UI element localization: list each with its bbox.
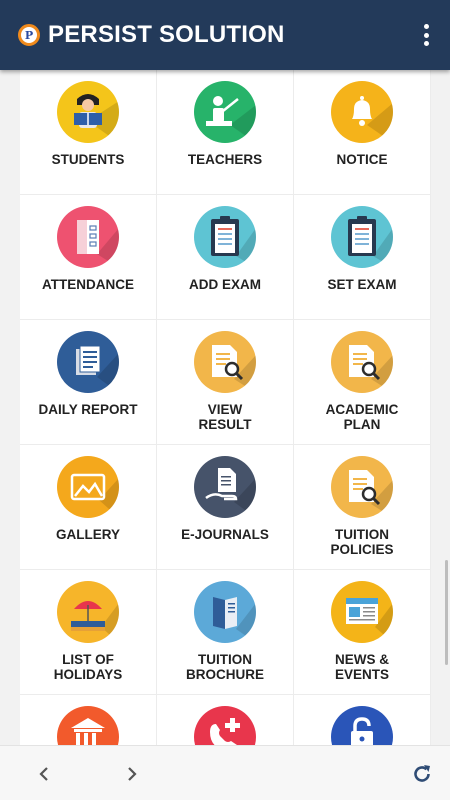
report-pages-icon — [57, 331, 119, 393]
menu-tile-label: TEACHERS — [187, 152, 263, 167]
lock-icon — [331, 706, 393, 745]
menu-tile-set-exam[interactable]: SET EXAM — [294, 195, 431, 320]
document-search-icon — [194, 331, 256, 393]
menu-tile-label: TUITION POLICIES — [330, 527, 394, 557]
refresh-button[interactable] — [410, 762, 434, 786]
scrollbar[interactable] — [445, 560, 448, 665]
menu-tile-daily-report[interactable]: DAILY REPORT — [20, 320, 157, 445]
menu-tile-tuition-policies[interactable]: TUITION POLICIES — [294, 445, 431, 570]
app-logo-icon: P — [18, 24, 40, 46]
menu-tile-label: GALLERY — [56, 527, 120, 542]
refresh-icon — [414, 765, 430, 782]
building-icon — [57, 706, 119, 745]
student-reading-icon — [57, 81, 119, 143]
app-title: PERSIST SOLUTION — [48, 21, 285, 48]
menu-tile-view-result[interactable]: VIEW RESULT — [157, 320, 294, 445]
menu-tile-label: VIEW RESULT — [198, 402, 252, 432]
overflow-menu-icon[interactable] — [422, 24, 430, 46]
attendance-sheet-icon — [57, 206, 119, 268]
menu-tile-label: ADD EXAM — [188, 277, 261, 292]
app-bar: P PERSIST SOLUTION — [0, 0, 450, 70]
logo-letter: P — [24, 28, 34, 42]
back-button[interactable] — [32, 762, 56, 786]
menu-tile-students[interactable]: STUDENTS — [20, 70, 157, 195]
menu-tile-tuition-brochure[interactable]: TUITION BROCHURE — [157, 570, 294, 695]
picture-icon — [57, 456, 119, 518]
brochure-icon — [194, 581, 256, 643]
menu-tile-label: NEWS & EVENTS — [334, 652, 389, 682]
bottom-navigation-bar — [0, 745, 450, 800]
document-search-icon — [331, 331, 393, 393]
menu-tile-label: TUITION BROCHURE — [185, 652, 264, 682]
menu-tile-teachers[interactable]: TEACHERS — [157, 70, 294, 195]
menu-tile-label: STUDENTS — [51, 152, 125, 167]
menu-grid: STUDENTS TEACHERS NOTICE ATTENDANCE ADD EXAM… — [20, 70, 431, 745]
forward-button[interactable] — [120, 762, 144, 786]
teacher-board-icon — [194, 81, 256, 143]
menu-tile-label: SET EXAM — [327, 277, 397, 292]
menu-tile-notice[interactable]: NOTICE — [294, 70, 431, 195]
menu-tile-add-exam[interactable]: ADD EXAM — [157, 195, 294, 320]
clipboard-icon — [194, 206, 256, 268]
document-search-icon — [331, 456, 393, 518]
newspaper-icon — [331, 581, 393, 643]
menu-tile-academic-plan[interactable]: ACADEMIC PLAN — [294, 320, 431, 445]
menu-tile-phone-medical[interactable] — [157, 695, 294, 745]
beach-umbrella-icon — [57, 581, 119, 643]
phone-medical-icon — [194, 706, 256, 745]
menu-tile-attendance[interactable]: ATTENDANCE — [20, 195, 157, 320]
menu-tile-list-of-holidays[interactable]: LIST OF HOLIDAYS — [20, 570, 157, 695]
chevron-right-icon — [128, 767, 137, 781]
bell-icon — [331, 81, 393, 143]
menu-tile-label: E-JOURNALS — [181, 527, 269, 542]
menu-tile-label: ATTENDANCE — [42, 277, 134, 292]
menu-tile-label: ACADEMIC PLAN — [325, 402, 399, 432]
menu-grid-container[interactable]: STUDENTS TEACHERS NOTICE ATTENDANCE ADD EXAM… — [20, 70, 431, 745]
menu-tile-label: LIST OF HOLIDAYS — [53, 652, 123, 682]
menu-tile-label: DAILY REPORT — [38, 402, 138, 417]
menu-tile-gallery[interactable]: GALLERY — [20, 445, 157, 570]
chevron-left-icon — [39, 767, 48, 781]
menu-tile-building[interactable] — [20, 695, 157, 745]
menu-tile-news-events[interactable]: NEWS & EVENTS — [294, 570, 431, 695]
menu-tile-e-journals[interactable]: E-JOURNALS — [157, 445, 294, 570]
menu-tile-label: NOTICE — [336, 152, 388, 167]
clipboard-icon — [331, 206, 393, 268]
hand-document-icon — [194, 456, 256, 518]
menu-tile-lock[interactable] — [294, 695, 431, 745]
